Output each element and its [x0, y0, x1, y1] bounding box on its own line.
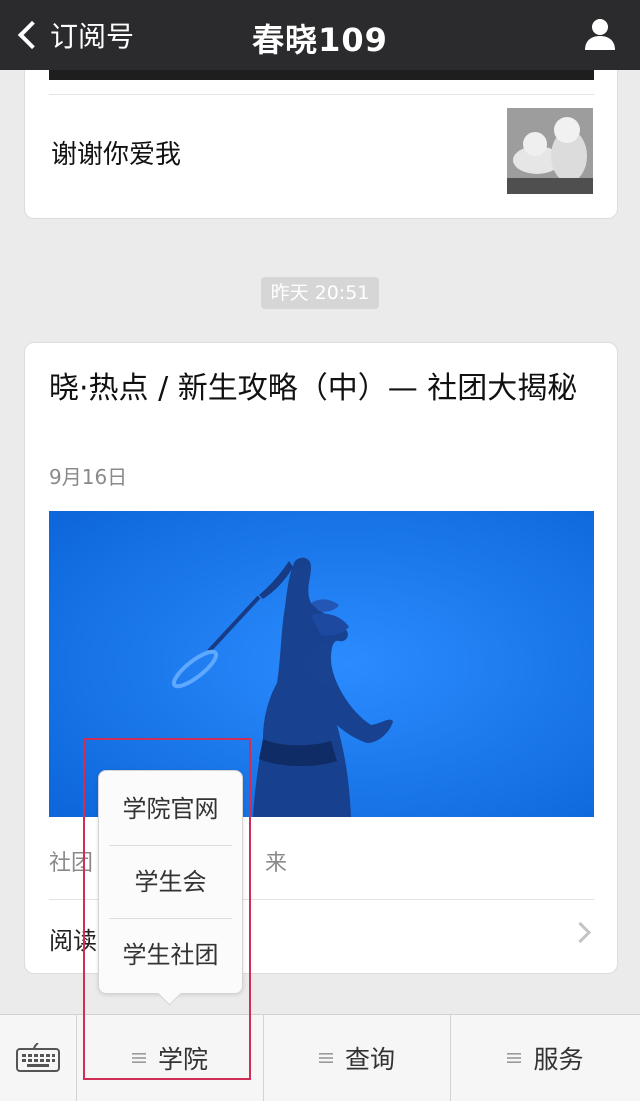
divider	[49, 94, 594, 95]
menu-item-student-clubs[interactable]: 学生社团	[99, 919, 242, 991]
person-icon[interactable]	[582, 16, 618, 52]
tab-label: 服务	[533, 1045, 584, 1074]
tab-service[interactable]: 服务	[451, 1015, 640, 1101]
menu-item-student-union[interactable]: 学生会	[99, 846, 242, 918]
chevron-right-icon	[569, 921, 592, 944]
navigation-bar: 订阅号 春晓109	[0, 0, 640, 70]
previous-message-card: 谢谢你爱我	[24, 70, 618, 219]
message-timestamp: 昨天 20:51	[261, 277, 379, 309]
read-label: 阅读	[49, 927, 97, 955]
bottom-menu-bar: 学院 查询 服务	[0, 1014, 640, 1101]
keyboard-icon	[16, 1043, 60, 1072]
menu-lines-icon	[318, 1053, 333, 1063]
page-title: 春晓109	[252, 21, 388, 59]
tab-college[interactable]: 学院	[77, 1015, 263, 1101]
article-link-title[interactable]: 谢谢你爱我	[51, 134, 181, 171]
babies-thumbnail[interactable]	[507, 108, 593, 194]
summary-start: 社团	[49, 851, 94, 876]
menu-lines-icon	[131, 1053, 146, 1063]
article-date: 9月16日	[49, 465, 128, 489]
summary-end: 来	[265, 851, 288, 876]
keyboard-toggle-button[interactable]	[0, 1015, 77, 1101]
tab-label: 学院	[157, 1045, 208, 1074]
tab-query[interactable]: 查询	[264, 1015, 450, 1101]
previous-cover-strip	[49, 70, 594, 80]
submenu-popup: 学院官网 学生会 学生社团	[98, 770, 243, 1006]
menu-lines-icon	[507, 1053, 522, 1063]
menu-item-college-website[interactable]: 学院官网	[99, 773, 242, 845]
tab-label: 查询	[344, 1045, 395, 1074]
article-title[interactable]: 晓·热点 / 新生攻略（中）— 社团大揭秘	[49, 367, 589, 410]
